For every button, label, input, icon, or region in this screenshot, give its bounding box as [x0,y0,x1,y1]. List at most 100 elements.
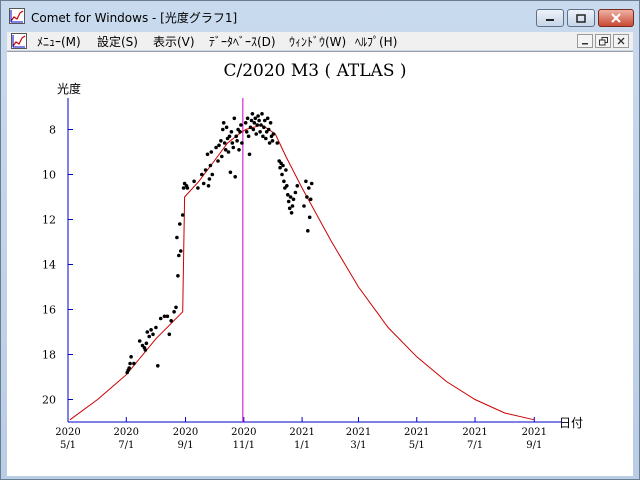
observation-point [143,348,148,352]
observation-point [261,134,265,139]
observation-point [254,132,258,136]
observation-point [221,121,226,125]
x-tick-label-date: 5/1 [60,440,76,451]
observation-point [196,186,200,190]
observation-point [151,332,155,337]
light-curve-chart: C/2020 M3 ( ATLAS ) 光度 日付 81012141618202… [42,61,583,451]
observation-point [132,361,136,366]
x-tick-label-year: 2021 [289,427,314,438]
observation-point [243,121,248,125]
observation-point [192,179,196,184]
app-icon [9,8,25,24]
observation-point [176,274,180,278]
observation-point [259,123,263,127]
observation-point [244,130,249,134]
observation-point [256,114,260,118]
minimize-button[interactable] [536,9,564,27]
x-tick-label-date: 7/1 [118,440,134,451]
maximize-button[interactable] [567,9,595,27]
y-tick-label: 8 [49,124,56,137]
observation-point [308,197,313,202]
observation-point [220,154,224,159]
app-window: Comet for Windows - [光度グラフ1] ﾒﾆｭｰ(M) 設定(… [0,0,640,480]
observation-point [290,204,295,208]
maximize-icon [576,13,586,23]
observation-point [287,206,292,211]
observation-point [209,150,214,154]
menu-item-view[interactable]: 表示(V) [153,33,195,50]
observation-point [221,127,225,132]
observation-point [234,134,238,139]
observation-point [246,134,251,139]
menu-item-database[interactable]: ﾃﾞｰﾀﾍﾞｰｽ(D) [209,33,276,50]
observation-point [177,253,181,258]
observation-point [284,168,288,172]
document-icon[interactable] [11,33,27,49]
observation-point [147,334,151,339]
observation-point [235,139,239,143]
observation-point [228,170,233,175]
observation-point [275,141,280,145]
x-tick-label-year: 2021 [404,427,429,438]
observation-point [266,127,271,132]
observation-point [145,330,150,334]
observation-point [280,172,284,177]
observation-point [293,190,298,195]
menu-item-settings[interactable]: 設定(S) [97,33,138,50]
observation-point [278,165,282,170]
observation-point [306,229,310,233]
observation-point [156,364,160,368]
observation-point [307,215,312,220]
observation-point [232,116,237,121]
chart-area: C/2020 M3 ( ATLAS ) 光度 日付 8 10 12 14 16 18 20 2… [7,51,633,476]
observation-point [229,130,234,134]
x-tick-label-year: 2020 [114,427,139,438]
observation-point [309,181,314,186]
observation-point [158,316,163,321]
title-bar[interactable]: Comet for Windows - [光度グラフ1] [1,1,639,31]
y-tick-label: 20 [42,394,56,407]
observation-point [172,310,176,314]
x-tick-label-date: 9/1 [526,440,542,451]
observation-point [305,195,309,199]
observation-point [295,184,300,188]
observation-point [137,339,142,343]
observation-point [230,141,235,145]
x-tick-label-date: 9/1 [177,440,193,451]
observation-point [265,116,270,121]
observation-point [169,319,173,323]
observation-point [149,328,153,332]
y-tick-label: 12 [42,214,56,227]
observation-point [175,235,179,240]
restore-icon [598,36,608,45]
child-minimize-button[interactable] [577,34,593,48]
child-restore-button[interactable] [595,34,611,48]
observation-point [250,112,255,116]
predicted-curve [69,124,535,421]
window-title: Comet for Windows - [光度グラフ1] [31,11,238,25]
x-tick-label-date: 5/1 [409,440,425,451]
menu-item-help[interactable]: ﾍﾙﾌﾟ(H) [355,33,397,50]
observation-point [270,139,275,143]
observation-point [247,152,252,157]
observation-point [288,195,293,199]
x-tick-label-year: 2021 [522,427,547,438]
observation-point [289,211,294,215]
child-close-button[interactable] [613,34,629,48]
observation-point [224,125,229,130]
observation-point [129,355,133,359]
observation-point [216,159,220,163]
observation-point [252,121,257,125]
close-button[interactable] [598,9,634,27]
x-tick-label-year: 2020 [55,427,80,438]
minimize-icon [582,43,588,45]
observation-point [304,179,308,184]
menu-bar: ﾒﾆｭｰ(M) 設定(S) 表示(V) ﾃﾞｰﾀﾍﾞｰｽ(D) ｳｨﾝﾄﾞｳ(W… [7,32,633,50]
close-icon [617,37,625,45]
observation-point [245,116,250,121]
x-axis-label: 日付 [559,416,583,430]
observation-point [217,143,221,148]
menu-item-menu[interactable]: ﾒﾆｭｰ(M) [37,33,81,50]
menu-item-window[interactable]: ｳｨﾝﾄﾞｳ(W) [289,33,346,50]
observation-point [260,112,264,116]
